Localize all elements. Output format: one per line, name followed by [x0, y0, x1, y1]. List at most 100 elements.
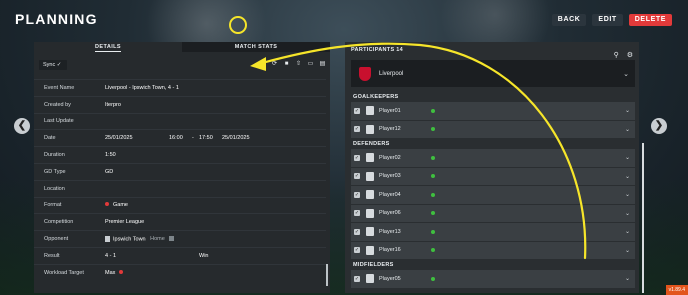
status-dot-icon [431, 248, 435, 253]
tab-bar: DETAILS MATCH STATS [34, 42, 330, 52]
details-scrollbar[interactable] [326, 264, 328, 286]
tab-match-stats[interactable]: MATCH STATS [182, 42, 330, 52]
toolbar: ⟳ ■ ⇧ ▭ ▤ [271, 61, 326, 68]
group-defenders: DEFENDERS [353, 141, 390, 147]
chevron-down-icon[interactable]: ⌄ [625, 228, 630, 235]
end-date[interactable]: 25/01/2025 [222, 135, 250, 141]
checkbox[interactable]: ✓ [354, 191, 360, 198]
status-dot-icon [431, 211, 435, 216]
checkbox[interactable]: ✓ [354, 210, 360, 217]
avatar [366, 106, 374, 116]
player-row[interactable]: ✓ Player05 ⌄ [351, 270, 635, 288]
chevron-down-icon[interactable]: ⌄ [625, 275, 630, 282]
avatar [366, 153, 374, 163]
details-fields: Event Name Liverpool - Ipswich Town, 4 -… [34, 79, 326, 281]
status-dot-icon [431, 108, 435, 113]
avatar [366, 227, 374, 237]
player-row[interactable]: ✓ Player01 ⌄ [351, 102, 635, 120]
participants-tools: ⚲ ⚙ [614, 51, 633, 59]
format-dot-icon [105, 202, 109, 207]
player-row[interactable]: ✓ Player04 ⌄ [351, 186, 635, 204]
edit-button[interactable]: EDIT [592, 14, 623, 26]
chevron-down-icon[interactable]: ⌄ [625, 191, 630, 198]
checkbox[interactable]: ✓ [354, 154, 360, 161]
search-user-icon[interactable]: ⚲ [614, 51, 619, 59]
settings-icon[interactable]: ⚙ [627, 51, 633, 59]
checkbox[interactable]: ✓ [354, 173, 360, 180]
group-midfielders: MIDFIELDERS [353, 262, 394, 268]
details-panel: DETAILS MATCH STATS Sync ✓ ⟳ ■ ⇧ ▭ ▤ Eve… [34, 42, 330, 293]
status-dot-icon [431, 155, 435, 160]
chevron-down-icon[interactable]: ⌄ [625, 154, 630, 161]
participant-groups: GOALKEEPERS ✓ Player01 ⌄ ✓ Player12 ⌄ DEFEND… [345, 92, 639, 289]
player-row[interactable]: ✓ Player06 ⌄ [351, 204, 635, 222]
workload-dot-icon [119, 269, 124, 274]
field-competition: Competition Premier League [34, 213, 326, 230]
field-workload-target: Workload Target Max [34, 263, 326, 281]
field-gd-type: GD Type GD [34, 162, 326, 180]
avatar [366, 190, 374, 200]
status-dot-icon [431, 174, 435, 179]
start-date[interactable]: 25/01/2025 [105, 135, 133, 141]
chevron-down-icon[interactable]: ⌄ [625, 173, 630, 180]
page-title: PLANNING [15, 11, 98, 27]
checkbox[interactable]: ✓ [354, 107, 360, 114]
field-result: Result 4 - 1 Win [34, 246, 326, 264]
video-icon[interactable]: ■ [283, 61, 290, 68]
result-outcome[interactable]: Win [199, 253, 208, 259]
checkbox[interactable]: ✓ [354, 247, 360, 254]
avatar [366, 171, 374, 181]
player-row[interactable]: ✓ Player03 ⌄ [351, 167, 635, 185]
time-separator: - [192, 135, 194, 142]
team-crest-icon [359, 66, 371, 81]
sync-button[interactable]: Sync ✓ [39, 60, 67, 70]
tab-details[interactable]: DETAILS [34, 42, 182, 52]
back-button[interactable]: BACK [551, 14, 587, 26]
folder-icon[interactable]: ▭ [307, 61, 314, 68]
player-row[interactable]: ✓ Player02 ⌄ [351, 149, 635, 167]
field-format: Format Game [34, 196, 326, 214]
field-event-name: Event Name Liverpool - Ipswich Town, 4 -… [34, 79, 326, 96]
status-dot-icon [431, 276, 435, 281]
participants-header: PARTICIPANTS 14 [351, 47, 403, 53]
player-row[interactable]: ✓ Player16 ⌄ [351, 241, 635, 259]
delete-button[interactable]: DELETE [628, 14, 672, 26]
next-arrow-icon[interactable]: ❯ [651, 118, 667, 134]
sync-row: Sync ✓ ⟳ ■ ⇧ ▭ ▤ [34, 52, 330, 79]
document-icon[interactable]: ▤ [319, 61, 326, 68]
participants-panel: PARTICIPANTS 14 ⚲ ⚙ Liverpool ⌄ GOALKEEP… [345, 42, 639, 293]
field-created-by: Created by Iterpro [34, 95, 326, 113]
field-duration: Duration 1:50 [34, 146, 326, 163]
field-location: Location [34, 179, 326, 197]
avatar [366, 208, 374, 218]
chevron-down-icon[interactable]: ⌄ [625, 247, 630, 254]
status-dot-icon [431, 229, 435, 234]
field-last-update: Last Update [34, 112, 326, 130]
home-away-label[interactable]: Home [150, 236, 165, 242]
avatar [366, 274, 374, 284]
chevron-down-icon: ⌄ [623, 70, 629, 78]
field-opponent: Opponent Ipswich Town Home [34, 230, 326, 247]
checkbox[interactable]: ✓ [354, 228, 360, 235]
participants-scrollbar[interactable] [642, 143, 644, 293]
top-actions: BACK EDIT DELETE [551, 14, 672, 26]
opponent-crest-icon [105, 235, 110, 242]
status-dot-icon [431, 127, 435, 132]
refresh-highlight-circle [229, 16, 247, 34]
player-row[interactable]: ✓ Player12 ⌄ [351, 120, 635, 138]
chevron-down-icon[interactable]: ⌄ [625, 126, 630, 133]
home-checkbox[interactable] [169, 236, 175, 242]
upload-icon[interactable]: ⇧ [295, 61, 302, 68]
field-date: Date 25/01/2025 16:00 - 17:50 25/01/2025 [34, 129, 326, 146]
checkbox[interactable]: ✓ [354, 275, 360, 282]
chevron-down-icon[interactable]: ⌄ [625, 210, 630, 217]
player-row[interactable]: ✓ Player13 ⌄ [351, 223, 635, 241]
end-time[interactable]: 17:50 [199, 135, 213, 141]
checkbox[interactable]: ✓ [354, 126, 360, 133]
team-select[interactable]: Liverpool ⌄ [351, 60, 635, 87]
group-goalkeepers: GOALKEEPERS [353, 94, 399, 100]
refresh-icon[interactable]: ⟳ [271, 61, 278, 68]
chevron-down-icon[interactable]: ⌄ [625, 107, 630, 114]
start-time[interactable]: 16:00 [169, 135, 183, 141]
previous-arrow-icon[interactable]: ❮ [14, 118, 30, 134]
